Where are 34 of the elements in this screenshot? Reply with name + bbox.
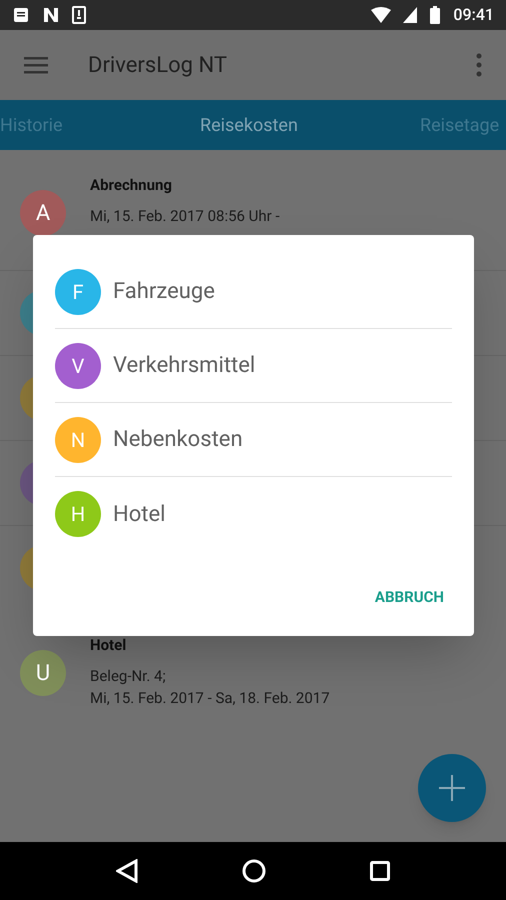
back-icon[interactable] [116, 859, 138, 883]
avatar: V [55, 342, 101, 388]
avatar: A [20, 190, 66, 236]
item-detail: Mi, 15. Feb. 2017 08:56 Uhr - [90, 206, 280, 226]
item-title: Hotel [90, 635, 128, 656]
notification-icon [42, 6, 60, 24]
cancel-button[interactable]: ABBRUCH [366, 578, 452, 616]
clock: 09:41 [453, 4, 494, 26]
item-title: Abrechnung [90, 175, 173, 196]
wifi-icon [371, 7, 392, 23]
notification-icon [12, 6, 30, 24]
home-icon[interactable] [242, 859, 266, 883]
category-option[interactable]: N Nebenkosten [55, 403, 452, 477]
avatar: F [55, 268, 101, 314]
category-option[interactable]: F Fahrzeuge [55, 255, 452, 329]
app-title: DriversLog NT [88, 52, 228, 80]
more-icon[interactable] [476, 53, 482, 77]
plus-icon [439, 775, 465, 801]
signal-icon [403, 7, 418, 23]
category-option[interactable]: V Verkehrsmittel [55, 329, 452, 403]
option-label: Nebenkosten [113, 426, 243, 454]
option-label: Verkehrsmittel [113, 352, 256, 380]
option-label: Hotel [113, 500, 166, 528]
tab[interactable]: Reisekosten [200, 100, 298, 150]
item-detail: Beleg-Nr. 4; [90, 666, 167, 686]
avatar: N [55, 416, 101, 462]
category-option[interactable]: H Hotel [55, 477, 452, 551]
recents-icon[interactable] [370, 861, 390, 881]
avatar: U [20, 650, 66, 696]
option-label: Fahrzeuge [113, 278, 215, 306]
menu-icon[interactable] [24, 56, 48, 74]
item-detail: Mi, 15. Feb. 2017 - Sa, 18. Feb. 2017 [90, 688, 330, 709]
avatar: H [55, 491, 101, 537]
battery-icon [429, 6, 442, 24]
